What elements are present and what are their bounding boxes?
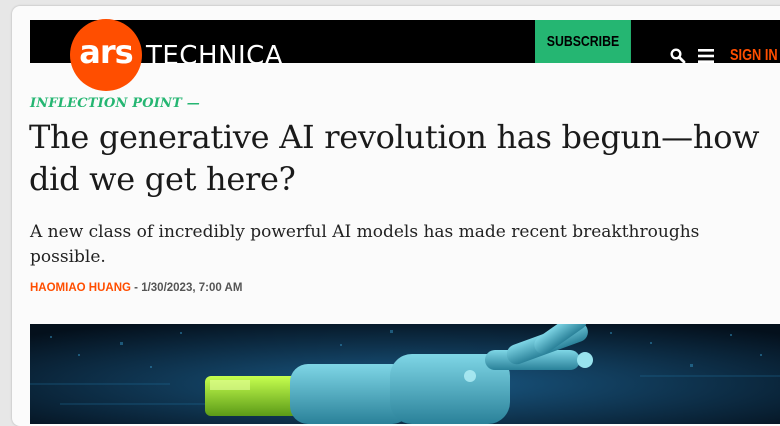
article-byline: HAOMIAO HUANG - 1/30/2023, 7:00 AM (30, 282, 242, 294)
hamburger-menu-icon[interactable] (698, 48, 714, 63)
robot-hand-illustration (30, 324, 780, 424)
article-kicker: INFLECTION POINT — (30, 96, 200, 111)
search-icon[interactable] (670, 47, 686, 64)
logo-ars-text: ars (79, 33, 133, 71)
article-title: The generative AI revolution has begun—h… (29, 118, 760, 198)
sign-in-link[interactable]: SIGN IN (730, 47, 778, 65)
byline-separator: - (130, 282, 142, 294)
site-logo[interactable]: ars (70, 19, 142, 91)
article-subtitle: A new class of incredibly powerful AI mo… (30, 222, 700, 267)
author-link[interactable]: HAOMIAO HUANG (30, 282, 131, 294)
site-header: ars TECHNICA SIGN IN (30, 19, 780, 91)
logo-technica-text[interactable]: TECHNICA (146, 41, 283, 71)
header-actions: SIGN IN (670, 34, 780, 77)
subscribe-button[interactable]: SUBSCRIBE (535, 20, 631, 63)
browser-page: ars TECHNICA SIGN IN SUBSCRIBE INFLECTIO… (12, 6, 780, 426)
publish-date: 1/30/2023, 7:00 AM (141, 282, 243, 294)
hero-image (30, 324, 780, 424)
